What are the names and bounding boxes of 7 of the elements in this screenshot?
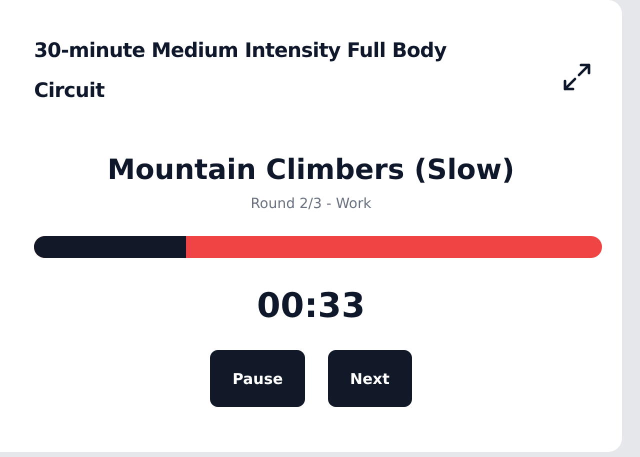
workout-title: 30-minute Medium Intensity Full Body Circuit [34,37,448,104]
countdown-timer: 00:33 [256,286,366,326]
control-button[interactable]: Next [328,350,412,407]
exercise-name: Mountain Climbers (Slow) [107,152,516,188]
round-status: Round 2/3 - Work [250,196,372,212]
expand-icon[interactable] [562,62,592,92]
control-button[interactable]: Pause [210,350,305,407]
